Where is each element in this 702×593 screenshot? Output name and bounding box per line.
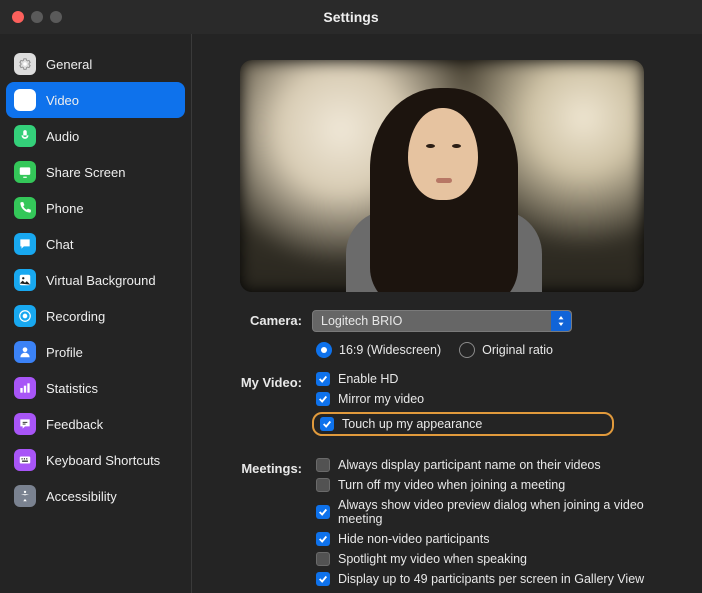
virtual-background-icon	[14, 269, 36, 291]
aspect-widescreen-option[interactable]: 16:9 (Widescreen)	[316, 342, 441, 358]
sidebar-item-label: Audio	[46, 129, 79, 144]
sidebar-item-keyboard-shortcuts[interactable]: Keyboard Shortcuts	[0, 442, 191, 478]
camera-select-value: Logitech BRIO	[321, 314, 402, 328]
profile-icon	[14, 341, 36, 363]
meetings-option-1[interactable]: Turn off my video when joining a meeting	[312, 478, 680, 492]
meetings-option-4[interactable]: Spotlight my video when speaking	[312, 552, 680, 566]
touch-up-appearance-checkbox-label: Touch up my appearance	[342, 417, 482, 431]
checkbox-unchecked-icon	[316, 478, 330, 492]
window-title: Settings	[323, 9, 378, 25]
keyboard-shortcuts-icon	[14, 449, 36, 471]
sidebar-item-label: Recording	[46, 309, 105, 324]
meetings-label: Meetings:	[222, 458, 312, 476]
meetings-option-2[interactable]: Always show video preview dialog when jo…	[312, 498, 680, 526]
video-preview	[240, 60, 644, 292]
chevron-updown-icon	[551, 311, 571, 331]
sidebar-item-label: Chat	[46, 237, 73, 252]
sidebar-item-feedback[interactable]: Feedback	[0, 406, 191, 442]
meetings-option-3[interactable]: Hide non-video participants	[312, 532, 680, 546]
window-controls	[12, 11, 62, 23]
sidebar-item-label: Phone	[46, 201, 84, 216]
sidebar-item-label: Keyboard Shortcuts	[46, 453, 160, 468]
sidebar-item-video[interactable]: Video	[6, 82, 185, 118]
sidebar-item-label: Profile	[46, 345, 83, 360]
sidebar-item-label: Statistics	[46, 381, 98, 396]
radio-icon	[316, 342, 332, 358]
camera-select[interactable]: Logitech BRIO	[312, 310, 572, 332]
general-icon	[14, 53, 36, 75]
settings-sidebar: General Video Audio Share Screen Phone Chat Vi…	[0, 34, 192, 593]
sidebar-item-statistics[interactable]: Statistics	[0, 370, 191, 406]
video-preview-person	[312, 60, 572, 292]
meetings-option-4-label: Spotlight my video when speaking	[338, 552, 527, 566]
audio-icon	[14, 125, 36, 147]
camera-label: Camera:	[222, 310, 312, 328]
checkbox-unchecked-icon	[316, 552, 330, 566]
meetings-option-1-label: Turn off my video when joining a meeting	[338, 478, 565, 492]
sidebar-item-audio[interactable]: Audio	[0, 118, 191, 154]
sidebar-item-label: Video	[46, 93, 79, 108]
meetings-option-2-label: Always show video preview dialog when jo…	[338, 498, 680, 526]
touch-up-highlight: Touch up my appearance	[312, 412, 614, 436]
sidebar-item-label: Share Screen	[46, 165, 126, 180]
settings-panel-video: Camera: Logitech BRIO 16:9 (Widescreen)	[192, 34, 702, 593]
meetings-option-5-label: Display up to 49 participants per screen…	[338, 572, 644, 586]
accessibility-icon	[14, 485, 36, 507]
radio-icon	[459, 342, 475, 358]
zoom-window-button[interactable]	[50, 11, 62, 23]
mirror-video-checkbox-label: Mirror my video	[338, 392, 424, 406]
checkbox-checked-icon	[320, 417, 334, 431]
sidebar-item-label: Accessibility	[46, 489, 117, 504]
sidebar-item-chat[interactable]: Chat	[0, 226, 191, 262]
meetings-option-3-label: Hide non-video participants	[338, 532, 489, 546]
minimize-window-button[interactable]	[31, 11, 43, 23]
checkbox-checked-icon	[316, 392, 330, 406]
touch-up-appearance-checkbox[interactable]: Touch up my appearance	[316, 417, 604, 431]
sidebar-item-profile[interactable]: Profile	[0, 334, 191, 370]
checkbox-checked-icon	[316, 532, 330, 546]
mirror-video-checkbox[interactable]: Mirror my video	[312, 392, 680, 406]
share-screen-icon	[14, 161, 36, 183]
checkbox-unchecked-icon	[316, 458, 330, 472]
checkbox-checked-icon	[316, 505, 330, 519]
sidebar-item-virtual-background[interactable]: Virtual Background	[0, 262, 191, 298]
enable-hd-checkbox-label: Enable HD	[338, 372, 398, 386]
sidebar-item-general[interactable]: General	[0, 46, 191, 82]
close-window-button[interactable]	[12, 11, 24, 23]
video-icon	[14, 89, 36, 111]
checkbox-checked-icon	[316, 572, 330, 586]
meetings-option-5[interactable]: Display up to 49 participants per screen…	[312, 572, 680, 586]
feedback-icon	[14, 413, 36, 435]
meetings-option-0[interactable]: Always display participant name on their…	[312, 458, 680, 472]
titlebar: Settings	[0, 0, 702, 34]
phone-icon	[14, 197, 36, 219]
aspect-widescreen-label: 16:9 (Widescreen)	[339, 343, 441, 357]
meetings-option-0-label: Always display participant name on their…	[338, 458, 601, 472]
sidebar-item-phone[interactable]: Phone	[0, 190, 191, 226]
aspect-original-option[interactable]: Original ratio	[459, 342, 553, 358]
statistics-icon	[14, 377, 36, 399]
sidebar-item-label: Feedback	[46, 417, 103, 432]
sidebar-item-recording[interactable]: Recording	[0, 298, 191, 334]
sidebar-item-accessibility[interactable]: Accessibility	[0, 478, 191, 514]
aspect-original-label: Original ratio	[482, 343, 553, 357]
sidebar-item-label: General	[46, 57, 92, 72]
sidebar-item-label: Virtual Background	[46, 273, 156, 288]
enable-hd-checkbox[interactable]: Enable HD	[312, 372, 680, 386]
chat-icon	[14, 233, 36, 255]
my-video-label: My Video:	[222, 372, 312, 390]
sidebar-item-share-screen[interactable]: Share Screen	[0, 154, 191, 190]
checkbox-checked-icon	[316, 372, 330, 386]
recording-icon	[14, 305, 36, 327]
